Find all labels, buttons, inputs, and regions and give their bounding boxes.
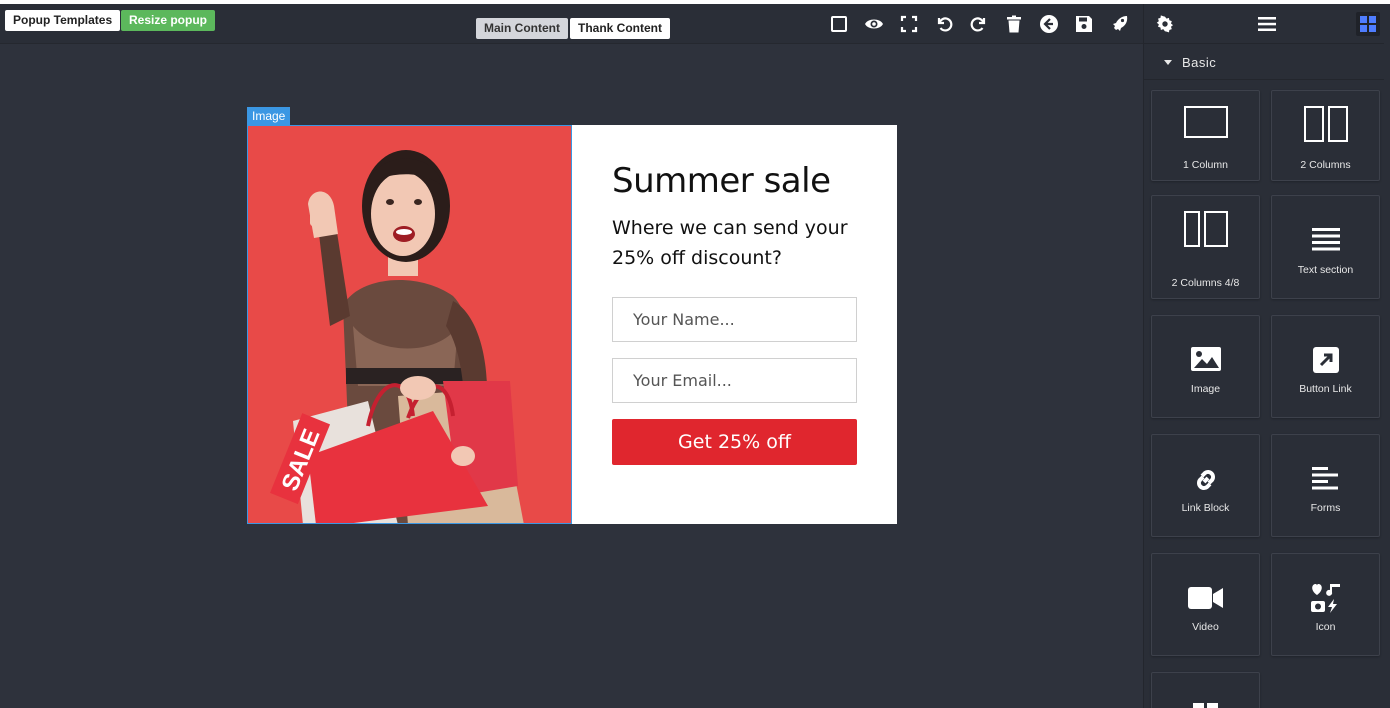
one-column-icon	[1152, 105, 1259, 141]
woman-with-shopping-bags-illustration: SALE	[248, 126, 571, 523]
block-label: Video	[1192, 621, 1219, 633]
block-label: Button Link	[1299, 383, 1352, 395]
block-label: 2 Columns	[1300, 159, 1351, 171]
block-partial[interactable]	[1151, 672, 1260, 708]
video-camera-icon	[1152, 586, 1259, 610]
square-outline-icon[interactable]	[828, 13, 850, 35]
block-forms[interactable]: Forms	[1271, 434, 1380, 537]
block-image[interactable]: Image	[1151, 315, 1260, 418]
panel-toolbar	[1144, 4, 1390, 44]
image-selection-badge: Image	[247, 107, 291, 125]
blocks-panel: Basic 1 Column 2 Columns 2 Columns 4/8 T…	[1143, 4, 1390, 708]
block-text-section[interactable]: Text section	[1271, 195, 1380, 299]
block-label: Forms	[1310, 502, 1341, 514]
block-one-column[interactable]: 1 Column	[1151, 90, 1260, 181]
popup-preview: SALE Summer sale Where we can send your …	[247, 125, 897, 524]
block-two-columns[interactable]: 2 Columns	[1271, 90, 1380, 181]
text-lines-icon	[1272, 226, 1379, 254]
blocks-grid-icon[interactable]	[1356, 12, 1380, 36]
block-label: 1 Column	[1183, 159, 1228, 171]
block-label: Image	[1190, 383, 1221, 395]
basic-section-header[interactable]: Basic	[1144, 46, 1390, 80]
columns-partial-icon	[1152, 703, 1259, 708]
two-columns-4-8-icon	[1152, 210, 1259, 248]
block-two-columns-4-8[interactable]: 2 Columns 4/8	[1151, 195, 1260, 299]
top-toolbar: Popup Templates Resize popup Main Conten…	[0, 4, 1143, 44]
rocket-icon[interactable]	[1108, 13, 1130, 35]
forms-icon	[1272, 465, 1379, 493]
menu-icon[interactable]	[1255, 12, 1279, 36]
redo-icon[interactable]	[968, 13, 990, 35]
panel-scrollbar[interactable]	[1384, 4, 1390, 708]
section-label: Basic	[1182, 55, 1217, 70]
gear-icon[interactable]	[1153, 12, 1177, 36]
arrow-left-circle-icon[interactable]	[1038, 13, 1060, 35]
save-icon[interactable]	[1073, 13, 1095, 35]
block-label: Icon	[1315, 621, 1336, 633]
image-icon	[1152, 346, 1259, 372]
popup-image[interactable]: SALE	[247, 125, 572, 524]
popup-title: Summer sale	[612, 161, 831, 201]
block-label: Text section	[1297, 264, 1354, 276]
popup-form: Summer sale Where we can send your 25% o…	[572, 125, 897, 524]
fullscreen-icon[interactable]	[898, 13, 920, 35]
popup-templates-button[interactable]: Popup Templates	[5, 10, 121, 31]
popup-subtitle: Where we can send your 25% off discount?	[612, 217, 848, 269]
icons-collection-icon	[1272, 582, 1379, 614]
thank-content-tab[interactable]: Thank Content	[570, 18, 670, 39]
block-label: 2 Columns 4/8	[1171, 277, 1240, 289]
block-link-block[interactable]: Link Block	[1151, 434, 1260, 537]
main-content-tab[interactable]: Main Content	[476, 18, 568, 39]
resize-popup-button[interactable]: Resize popup	[121, 10, 216, 31]
email-input[interactable]: Your Email...	[612, 358, 857, 403]
external-link-icon	[1272, 346, 1379, 374]
two-columns-icon	[1272, 105, 1379, 143]
block-icon[interactable]: Icon	[1271, 553, 1380, 656]
undo-icon[interactable]	[933, 13, 955, 35]
name-input[interactable]: Your Name...	[612, 297, 857, 342]
get-discount-button[interactable]: Get 25% off	[612, 419, 857, 465]
editor-app: Popup Templates Resize popup Main Conten…	[0, 4, 1390, 708]
trash-icon[interactable]	[1003, 13, 1025, 35]
link-icon	[1152, 465, 1259, 495]
block-video[interactable]: Video	[1151, 553, 1260, 656]
block-label: Link Block	[1181, 502, 1230, 514]
eye-icon[interactable]	[863, 13, 885, 35]
caret-down-icon	[1164, 60, 1172, 65]
block-button-link[interactable]: Button Link	[1271, 315, 1380, 418]
